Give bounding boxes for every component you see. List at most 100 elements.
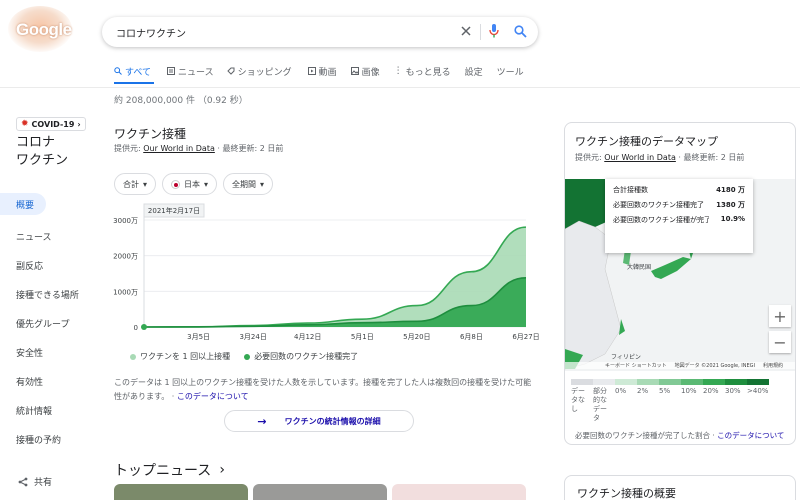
nav-item-efficacy[interactable]: 有効性 <box>0 367 100 396</box>
tab-images[interactable]: 画像 <box>350 64 380 78</box>
top-news-heading[interactable]: トップニュース › <box>114 460 225 480</box>
vaccination-overview-card[interactable]: ワクチン接種の概要 <box>564 475 796 500</box>
search-box[interactable]: コロナワクチン <box>102 17 538 47</box>
nav-item-statistics[interactable]: 統計情報 <box>0 396 100 425</box>
search-divider <box>480 24 481 40</box>
scale-label: >40% <box>747 387 769 395</box>
scale-item: データなし <box>571 379 593 423</box>
scale-label: 2% <box>637 387 649 395</box>
tooltip-unit: 万 <box>738 201 745 209</box>
nav-item-safety[interactable]: 安全性 <box>0 338 100 367</box>
nav-item-booking[interactable]: 接種の予約 <box>0 425 100 454</box>
legend-item: 必要回数のワクチン接種完了 <box>244 351 358 362</box>
scale-swatch <box>571 379 593 385</box>
tab-more[interactable]: ⋮ もっと見る <box>394 64 451 78</box>
news-thumbnail[interactable] <box>253 484 387 500</box>
x-tick-label: 5月1日 <box>351 333 374 341</box>
dropdown-arrow-icon: ▾ <box>204 179 209 189</box>
tab-label: 設定 <box>464 67 483 78</box>
button-label: ワクチンの統計情報の詳細 <box>284 416 381 426</box>
nav-item-side-effects[interactable]: 副反応 <box>0 251 100 280</box>
tooltip-unit: 万 <box>738 186 745 194</box>
tab-label: ショッピング <box>237 67 292 78</box>
legend-label: 必要回数のワクチン接種完了 <box>254 352 359 361</box>
share-button[interactable]: 共有 <box>18 475 52 488</box>
chart-filters: 合計 ▾ 日本 ▾ 全期間 ▾ <box>114 173 274 195</box>
vaccination-map[interactable]: 大韓民国 フィリピン 合計接種数 4180 万 必要回数のワクチン接種完了 1380… <box>565 179 795 371</box>
legend-label: ワクチンを 1 回以上接種 <box>140 352 231 361</box>
nav-label: 有効性 <box>16 378 44 388</box>
country-dropdown[interactable]: 日本 ▾ <box>162 173 218 195</box>
hover-marker <box>141 324 147 330</box>
data-map-card: ワクチン接種のデータマップ 提供元: Our World in Data · 最… <box>564 122 796 445</box>
nav-label: 接種の予約 <box>16 436 62 446</box>
vaccination-chart[interactable]: 0 1000万 2000万 3000万 3月5日 3月24日 4月12日 5月1日 5月20日 6… <box>110 200 540 345</box>
nav-item-overview[interactable]: 概要 <box>0 193 46 215</box>
search-icon <box>114 67 122 75</box>
play-icon <box>307 67 316 75</box>
news-thumbnail[interactable] <box>114 484 248 500</box>
source-line: 提供元: Our World in Data · 最終更新: 2 日前 <box>575 152 744 163</box>
news-thumbnail[interactable] <box>392 484 526 500</box>
tab-videos[interactable]: 動画 <box>307 64 337 78</box>
map-footer: 必要回数のワクチン接種が完了した割合 · このデータについて <box>575 430 784 441</box>
vaccine-stats-button[interactable]: → ワクチンの統計情報の詳細 <box>224 410 414 432</box>
tab-settings[interactable]: 設定 <box>465 64 483 78</box>
x-tick-label: 3月5日 <box>187 333 210 341</box>
nav-label: 優先グループ <box>16 320 70 330</box>
scale-label: 部分的なデータ <box>593 387 607 422</box>
source-link[interactable]: Our World in Data <box>604 153 676 162</box>
nav-item-news[interactable]: ニュース <box>0 222 100 251</box>
chip-label: 全期間 <box>232 179 257 189</box>
x-tick-label: 4月12日 <box>294 333 321 341</box>
covid-badge[interactable]: ✹ COVID-19 › <box>16 117 86 131</box>
metric-dropdown[interactable]: 合計 ▾ <box>114 173 157 195</box>
clear-icon[interactable] <box>458 23 474 39</box>
search-query[interactable]: コロナワクチン <box>116 25 186 40</box>
japan-flag-icon <box>171 179 181 189</box>
scale-item: 20% <box>703 379 725 423</box>
search-icon[interactable] <box>512 23 528 39</box>
scale-swatch <box>593 379 615 385</box>
y-tick-label: 3000万 <box>113 217 138 225</box>
nav-label: 概要 <box>16 200 35 211</box>
scale-item: 0% <box>615 379 637 423</box>
about-data-link[interactable]: このデータについて <box>177 392 249 401</box>
nav-item-priority[interactable]: 優先グループ <box>0 309 100 338</box>
zoom-out-button[interactable]: − <box>769 331 791 353</box>
google-logo[interactable]: Google <box>8 6 72 52</box>
chart-legend: ワクチンを 1 回以上接種 必要回数のワクチン接種完了 <box>130 351 358 362</box>
scale-label: 10% <box>681 387 697 395</box>
search-tabs: すべて ニュース ショッピング 動画 画像 ⋮ もっと見る 設定 ツール <box>114 64 524 84</box>
dropdown-arrow-icon: ▾ <box>260 179 265 189</box>
mic-icon[interactable] <box>486 23 502 39</box>
section-title: ワクチン接種 <box>114 127 187 141</box>
scale-item: 5% <box>659 379 681 423</box>
terms-link[interactable]: 利用規約 <box>763 362 783 369</box>
tab-label: 画像 <box>361 67 380 78</box>
scale-label: 5% <box>659 387 671 395</box>
date-tooltip: 2021年2月17日 <box>148 206 200 215</box>
chip-label: 合計 <box>123 179 139 189</box>
tab-shopping[interactable]: ショッピング <box>226 64 292 78</box>
nav-label: ニュース <box>16 233 52 243</box>
tab-label: 動画 <box>318 67 337 78</box>
keyboard-shortcuts-link[interactable]: キーボード ショートカット <box>605 362 667 369</box>
logo-text: Google <box>16 20 72 39</box>
topic-title-line: ワクチン <box>16 153 69 168</box>
nav-label: 統計情報 <box>16 407 53 417</box>
source-prefix: 提供元: <box>114 144 144 153</box>
more-vert-icon: ⋮ <box>393 66 403 76</box>
nav-item-locations[interactable]: 接種できる場所 <box>0 280 100 309</box>
period-dropdown[interactable]: 全期間 ▾ <box>223 173 274 195</box>
x-tick-label: 3月24日 <box>239 333 266 341</box>
scale-item: 10% <box>681 379 703 423</box>
about-data-link[interactable]: このデータについて <box>717 431 784 440</box>
scale-label: 20% <box>703 387 719 395</box>
zoom-in-button[interactable]: + <box>769 305 791 327</box>
tab-news[interactable]: ニュース <box>167 64 214 78</box>
source-link[interactable]: Our World in Data <box>143 144 215 153</box>
tab-all[interactable]: すべて <box>114 64 151 78</box>
tab-tools[interactable]: ツール <box>497 64 524 78</box>
x-tick-label: 5月20日 <box>403 333 430 341</box>
